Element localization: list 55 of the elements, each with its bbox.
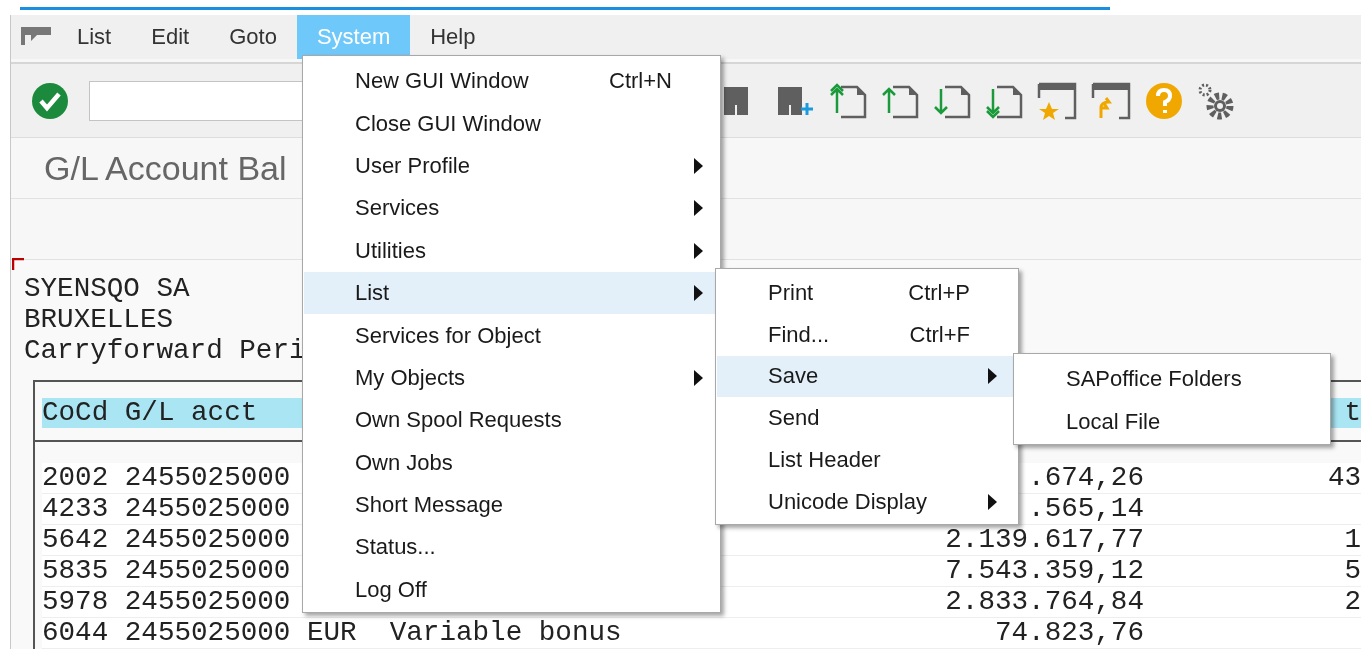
submenu-arrow-icon xyxy=(988,368,997,385)
first-page-icon[interactable] xyxy=(829,82,867,119)
table-cell: 7.543.359,12 xyxy=(945,560,1144,582)
menu-item[interactable]: Status... xyxy=(304,526,720,569)
menu-item[interactable]: Services xyxy=(304,187,720,230)
table-cell: 6044 2455025000 EUR Variable bonus xyxy=(42,622,622,644)
menu-item[interactable]: List Header xyxy=(717,439,1018,481)
report-header-text: Carryforward Peri xyxy=(24,335,306,366)
menu-bar-item[interactable]: List xyxy=(57,15,132,59)
column-header: t xyxy=(1344,398,1361,428)
submenu-arrow-icon xyxy=(694,285,703,302)
table-cell: 5835 2455025000 xyxy=(42,560,291,582)
table-cell: 5642 2455025000 xyxy=(42,529,291,551)
table-cell: 5978 2455025000 xyxy=(42,591,291,613)
menu-bar-item[interactable]: Goto xyxy=(209,15,297,59)
table-cell: 2002 2455025000 xyxy=(42,467,291,489)
menu-item[interactable]: Unicode Display xyxy=(717,481,1018,523)
page-title: G/L Account Bal xyxy=(44,148,287,188)
menu-bar-item[interactable]: Help xyxy=(410,15,496,59)
shortcut-text: Ctrl+P xyxy=(908,279,970,306)
shortcut-text: Ctrl+N xyxy=(609,68,672,95)
table-cell: .674,26 xyxy=(1028,467,1144,489)
menu-item[interactable]: Find... Ctrl+F xyxy=(717,313,1018,356)
menu-item[interactable]: Local File xyxy=(1015,400,1330,443)
submenu-arrow-icon xyxy=(694,369,703,386)
check-icon[interactable] xyxy=(31,81,69,120)
submenu-arrow-icon xyxy=(694,200,703,217)
corner-mark-icon xyxy=(12,258,24,270)
menu-item[interactable]: New GUI Window Ctrl+N xyxy=(304,60,720,103)
table-cell: .565,14 xyxy=(1028,498,1144,520)
star-window-icon[interactable] xyxy=(1037,81,1077,120)
report-header-text: SYENSQO SA xyxy=(24,273,190,304)
menu-item[interactable]: Log Off xyxy=(304,568,720,612)
menu-item[interactable]: User Profile xyxy=(304,144,720,188)
table-cell: 4233 2455025000 xyxy=(42,498,291,520)
submenu-arrow-icon xyxy=(694,242,703,259)
menu-item[interactable]: Close GUI Window xyxy=(304,102,720,145)
table-cell: 43 xyxy=(1327,467,1361,489)
submenu-arrow-icon xyxy=(694,157,703,174)
table-cell: 2.139.617,77 xyxy=(945,529,1144,551)
table-cell: 2.833.764,84 xyxy=(945,591,1144,613)
shortcut-text: Ctrl+F xyxy=(909,321,970,348)
column-header: CoCd G/L acct xyxy=(42,398,258,428)
settings-icon[interactable] xyxy=(1197,81,1235,120)
report-header-text: BRUXELLES xyxy=(24,304,174,335)
menu-item[interactable]: Utilities xyxy=(304,229,720,272)
menu-item[interactable]: SAPoffice Folders xyxy=(1015,358,1330,401)
menu-item[interactable]: Print Ctrl+P xyxy=(717,272,1018,314)
menu-bar-item[interactable]: Edit xyxy=(131,15,210,59)
table-cell: 74.823,76 xyxy=(994,622,1144,644)
table-cell: 2 xyxy=(1344,591,1361,613)
table-cell: 5 xyxy=(1344,560,1361,582)
arrow-window-icon[interactable] xyxy=(1091,81,1131,120)
submenu-arrow-icon xyxy=(988,493,997,510)
table-cell: 1 xyxy=(1344,529,1361,551)
